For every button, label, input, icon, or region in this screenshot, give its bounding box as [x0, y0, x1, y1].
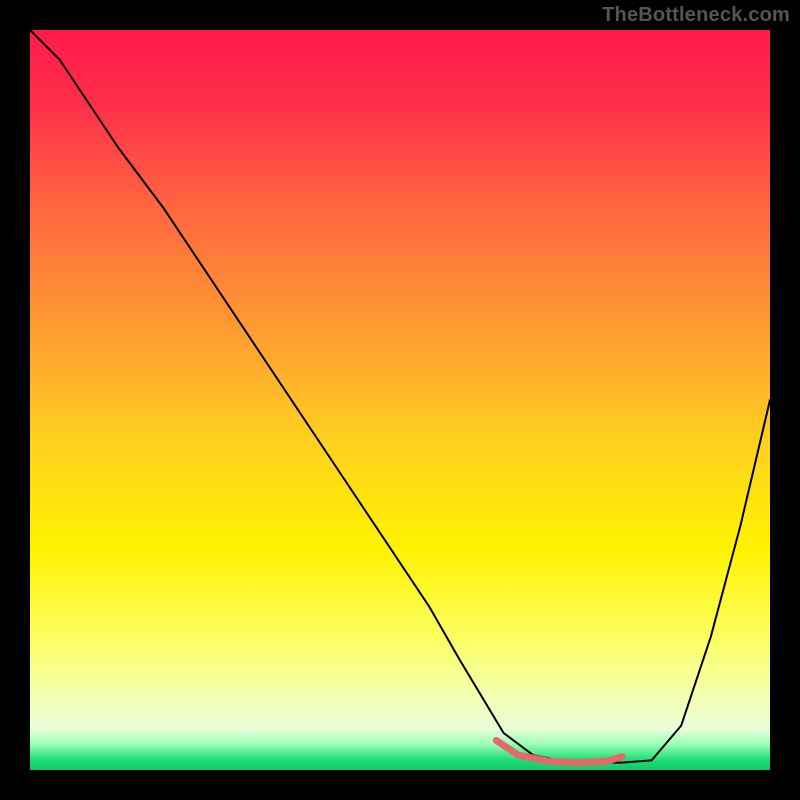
chart-frame: TheBottleneck.com: [0, 0, 800, 800]
plot-svg: [30, 30, 770, 770]
plot-area: [30, 30, 770, 770]
watermark-text: TheBottleneck.com: [602, 4, 790, 27]
gradient-background: [30, 30, 770, 770]
